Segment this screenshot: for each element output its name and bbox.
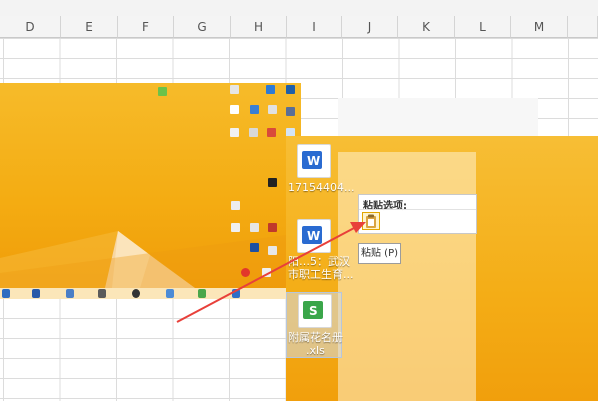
annotation-arrow (176, 222, 366, 323)
